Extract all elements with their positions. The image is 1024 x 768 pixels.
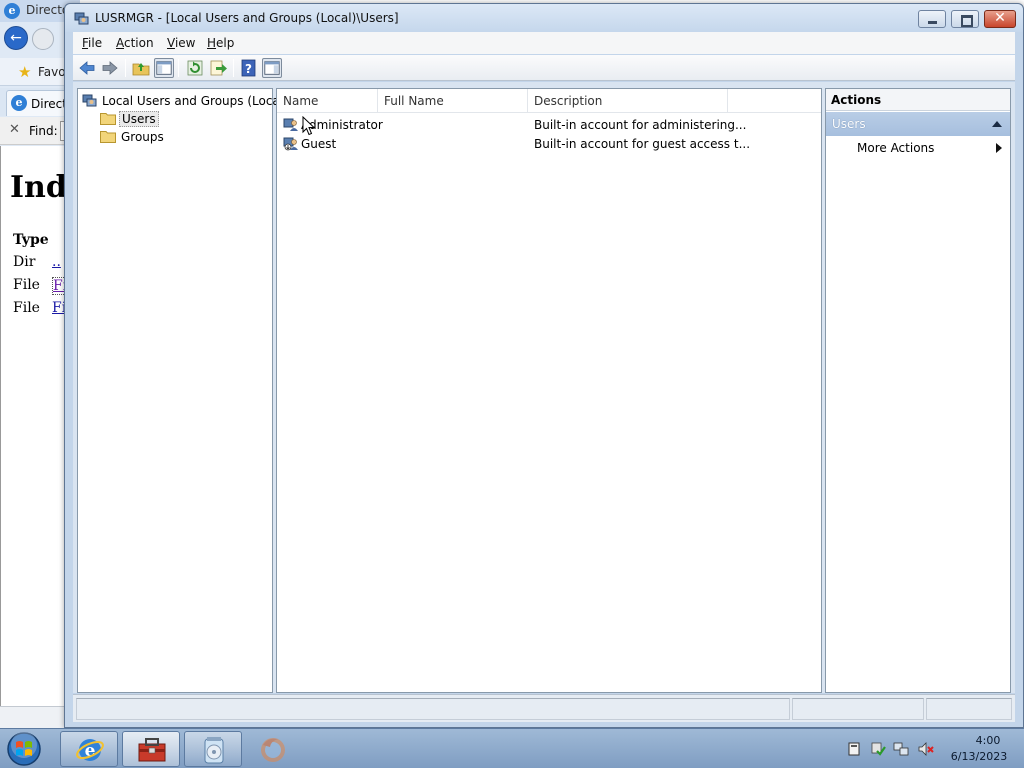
menu-bar: File Action View Help <box>73 32 1015 54</box>
tree-root-label: Local Users and Groups (Local) <box>102 94 288 108</box>
row-link[interactable]: .. <box>52 254 61 270</box>
security-check-icon[interactable] <box>870 741 886 757</box>
column-header-description[interactable]: Description <box>528 89 728 113</box>
taskbar-internet-explorer[interactable]: e <box>60 731 118 767</box>
user-description: Built-in account for administering... <box>534 118 747 132</box>
menu-view[interactable]: View <box>167 36 195 50</box>
forward-button[interactable] <box>32 28 54 50</box>
favorites-star-icon[interactable]: ★ <box>18 63 31 81</box>
taskbar: e 4:00 6/13/2023 <box>0 728 1024 768</box>
file-row: File Fi <box>13 300 66 316</box>
firefox-icon[interactable] <box>258 735 288 765</box>
menu-help[interactable]: Help <box>207 36 234 50</box>
row-type: File <box>13 277 40 293</box>
status-bar <box>73 694 1015 722</box>
disabled-user-icon <box>283 137 298 151</box>
ie-icon: e <box>4 3 20 19</box>
folder-icon <box>100 131 116 143</box>
minimize-button[interactable] <box>918 10 946 28</box>
folder-icon <box>100 113 116 125</box>
toolbar-separator <box>233 59 234 77</box>
show-hide-console-tree-icon[interactable] <box>154 58 174 78</box>
actions-pane: Actions Users More Actions <box>825 88 1011 693</box>
user-icon <box>283 118 298 131</box>
row-type: File <box>13 300 40 316</box>
column-header-name[interactable]: Name <box>277 89 378 113</box>
console-tree[interactable]: Local Users and Groups (Local) Users Gro… <box>77 88 288 693</box>
close-find-icon[interactable]: ✕ <box>9 122 20 137</box>
user-description: Built-in account for guest access t... <box>534 137 751 151</box>
users-app-icon <box>74 12 89 25</box>
list-header: Name Full Name Description <box>277 89 821 113</box>
column-header-full-name[interactable]: Full Name <box>378 89 528 113</box>
back-arrow-icon[interactable] <box>77 58 97 78</box>
window-title: LUSRMGR - [Local Users and Groups (Local… <box>95 11 399 25</box>
help-icon[interactable]: ? <box>239 58 259 78</box>
tree-item-label: Groups <box>121 130 164 144</box>
collapse-caret-icon[interactable] <box>992 121 1002 127</box>
console-client-area: Local Users and Groups (Local) Users Gro… <box>73 82 1015 693</box>
close-button[interactable]: ✕ <box>984 10 1016 28</box>
type-column-header: Type <box>13 232 49 248</box>
maximize-button[interactable] <box>951 10 979 28</box>
find-label: Find: <box>29 124 58 138</box>
list-row-guest[interactable]: Guest Built-in account for guest access … <box>279 134 819 153</box>
refresh-icon[interactable] <box>185 58 205 78</box>
actions-group-users[interactable]: Users <box>826 112 1010 136</box>
toolbar-separator <box>178 59 179 77</box>
dir-row: Dir .. <box>13 254 61 270</box>
taskbar-cd-burner[interactable] <box>184 731 242 767</box>
actions-group-label: Users <box>832 117 866 131</box>
menu-file[interactable]: File <box>82 36 102 50</box>
system-tray: 4:00 6/13/2023 <box>838 729 1024 768</box>
show-hide-action-pane-icon[interactable] <box>262 58 282 78</box>
list-row-administrator[interactable]: Administrator Built-in account for admin… <box>279 115 819 134</box>
forward-arrow-icon[interactable] <box>100 58 120 78</box>
ie-icon: e <box>11 95 27 111</box>
status-segment <box>926 698 1012 720</box>
more-actions-item[interactable]: More Actions <box>826 138 1010 158</box>
window-titlebar[interactable]: LUSRMGR - [Local Users and Groups (Local… <box>65 4 1023 32</box>
status-segment <box>792 698 924 720</box>
toolbar-separator <box>125 59 126 77</box>
browser-title: Directo <box>26 3 70 17</box>
toolbar: ? <box>73 55 1015 81</box>
svg-text:?: ? <box>245 62 252 76</box>
action-center-flag-icon[interactable] <box>846 741 862 757</box>
status-segment <box>76 698 790 720</box>
user-name: Guest <box>301 137 337 151</box>
row-type: Dir <box>13 254 36 270</box>
volume-muted-icon[interactable] <box>918 741 934 757</box>
menu-action[interactable]: Action <box>116 36 154 50</box>
file-row: File Fi <box>13 277 69 295</box>
close-icon: ✕ <box>994 10 1006 26</box>
network-icon[interactable] <box>893 741 909 757</box>
toolbox-icon <box>138 738 166 762</box>
export-list-icon[interactable] <box>208 58 228 78</box>
users-snapin-icon <box>82 94 97 107</box>
clock-time[interactable]: 4:00 <box>964 734 1012 747</box>
disc-jar-icon <box>204 737 224 764</box>
mouse-pointer-icon <box>302 116 316 136</box>
more-actions-label: More Actions <box>857 141 935 155</box>
taskbar-computer-management[interactable] <box>122 731 180 767</box>
actions-title: Actions <box>826 89 1010 111</box>
start-button-windows-orb-icon[interactable] <box>3 730 45 768</box>
back-button[interactable]: ← <box>4 26 28 50</box>
clock-date[interactable]: 6/13/2023 <box>944 750 1014 763</box>
submenu-arrow-icon <box>996 143 1002 153</box>
lusrmgr-window[interactable]: LUSRMGR - [Local Users and Groups (Local… <box>64 3 1024 728</box>
tree-item-label: Users <box>119 111 159 127</box>
favorites-label[interactable]: Favo <box>38 65 66 79</box>
users-list[interactable]: Name Full Name Description Administrator… <box>276 88 822 693</box>
up-one-level-icon[interactable] <box>131 58 151 78</box>
internet-explorer-icon: e <box>76 739 104 761</box>
